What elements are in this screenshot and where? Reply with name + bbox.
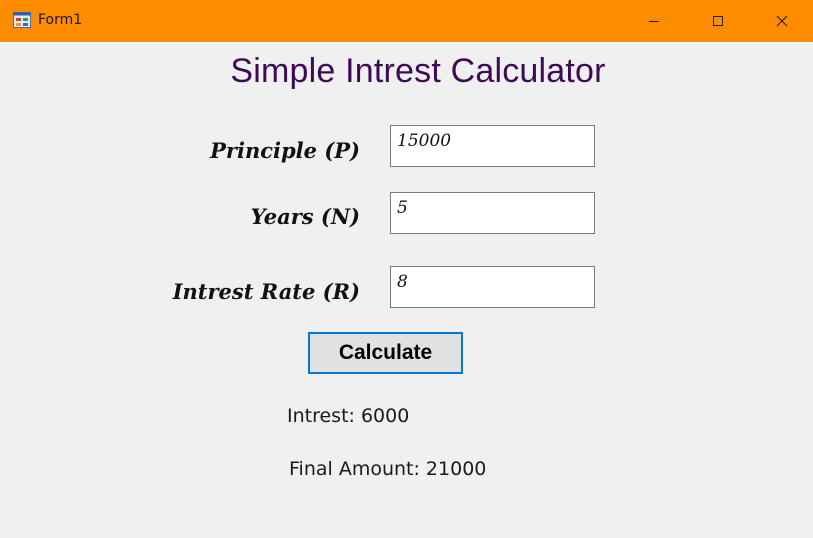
years-input[interactable] <box>390 192 595 234</box>
principle-label: Principle (P) <box>210 138 360 163</box>
minimize-button[interactable] <box>622 0 686 42</box>
maximize-icon <box>713 16 723 26</box>
window-title: Form1 <box>38 12 83 28</box>
interest-result: Intrest: 6000 <box>287 405 410 427</box>
final-amount-result: Final Amount: 21000 <box>289 458 487 480</box>
form-app-icon <box>13 12 31 28</box>
close-icon <box>776 15 788 27</box>
form1-window: Form1 Simple Intrest Calculator Principl… <box>0 0 813 538</box>
calculate-button[interactable]: Calculate <box>308 332 463 374</box>
maximize-button[interactable] <box>686 0 750 42</box>
principle-input[interactable] <box>390 125 595 167</box>
years-label: Years (N) <box>250 204 360 229</box>
minimize-icon <box>649 21 659 22</box>
interest-rate-label: Intrest Rate (R) <box>172 279 360 304</box>
calculator-heading: Simple Intrest Calculator <box>230 52 606 90</box>
title-bar[interactable]: Form1 <box>0 0 813 42</box>
close-button[interactable] <box>750 0 813 42</box>
interest-rate-input[interactable] <box>390 266 595 308</box>
